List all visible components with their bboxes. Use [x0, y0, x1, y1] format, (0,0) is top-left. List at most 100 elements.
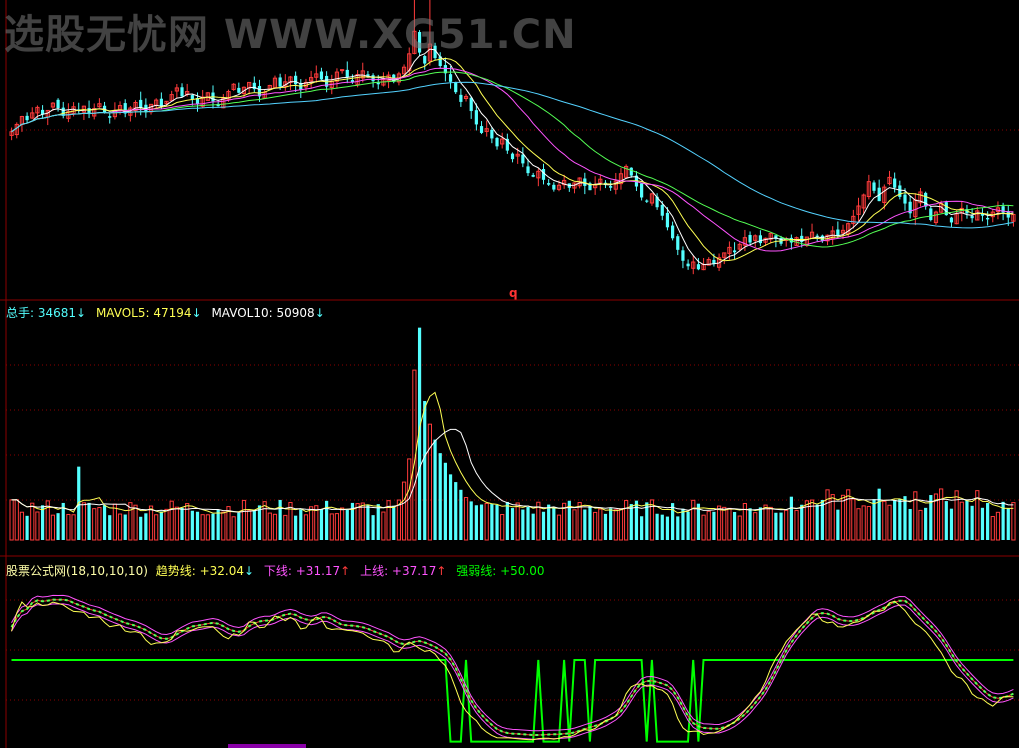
- lower-arrow: ↑: [340, 564, 351, 578]
- upper-value: +37.17: [391, 564, 437, 578]
- volume-bar: [459, 489, 463, 540]
- strength-value: +50.00: [500, 564, 545, 578]
- volume-bar: [665, 516, 670, 540]
- volume-bar: [970, 505, 974, 540]
- mavol10-value: 50908: [276, 306, 315, 320]
- volume-bar: [779, 512, 783, 540]
- volume-bar: [681, 508, 685, 540]
- mavol10-arrow: ↓: [314, 306, 325, 320]
- candle-body: [180, 87, 184, 97]
- mavol5-label: MAVOL5:: [95, 306, 154, 320]
- candle-body: [340, 69, 345, 72]
- indicator-name: 股票公式网(18,10,10,10): [6, 564, 148, 578]
- volume-bar: [800, 504, 804, 540]
- volume-bar: [836, 509, 840, 540]
- upper-label: 上线:: [360, 564, 392, 578]
- mavol10-label: MAVOL10:: [211, 306, 277, 320]
- volume-bar: [893, 500, 897, 540]
- volume-bar: [609, 508, 613, 540]
- candle-body: [345, 69, 349, 78]
- volume-bar: [552, 507, 556, 540]
- volume-bar: [108, 515, 112, 540]
- volume-bar: [1006, 508, 1010, 540]
- volume-bar: [423, 401, 427, 540]
- volume-bar: [159, 511, 163, 540]
- volume-bar: [257, 505, 262, 540]
- volume-bar: [924, 507, 928, 540]
- volume-bar: [603, 513, 608, 540]
- volume-bar: [87, 502, 91, 540]
- volume-bar: [877, 488, 881, 540]
- volume-legend: 总手: 34681↓ MAVOL5: 47194↓ MAVOL10: 50908…: [6, 304, 327, 321]
- candle-body: [686, 263, 690, 267]
- candle-body: [986, 217, 990, 220]
- candle-body: [903, 194, 907, 204]
- volume-bar: [634, 500, 639, 540]
- volume-bar: [820, 499, 824, 540]
- candle-body: [371, 75, 375, 82]
- scroll-thumb: [228, 744, 306, 748]
- candle-body: [929, 208, 933, 220]
- volume-bar: [371, 515, 375, 540]
- candle-body: [25, 115, 29, 121]
- candle-body: [459, 94, 463, 102]
- price-marker: q: [509, 286, 518, 300]
- candle-body: [665, 212, 670, 228]
- volume-bar: [908, 508, 912, 540]
- volume-bar: [469, 501, 473, 540]
- volume-bar: [872, 499, 876, 540]
- volume-bar: [211, 513, 215, 540]
- candle-body: [970, 215, 974, 219]
- volume-bar: [479, 504, 484, 540]
- volume-bar: [190, 510, 194, 540]
- mavol5-arrow: ↓: [191, 306, 202, 320]
- volume-bar: [583, 509, 587, 540]
- volume-bar: [454, 482, 458, 540]
- candle-body: [190, 95, 194, 100]
- candle-body: [629, 167, 633, 176]
- candle-body: [748, 234, 752, 243]
- volume-bar: [758, 507, 762, 540]
- candle-body: [671, 225, 675, 239]
- candle-body: [319, 71, 324, 80]
- candle-body: [108, 116, 112, 118]
- candle-body: [924, 192, 928, 207]
- volume-bar: [898, 499, 902, 540]
- volume-bar: [252, 509, 256, 540]
- volume-bar: [345, 509, 349, 540]
- volume-bar: [748, 508, 752, 540]
- stock-chart[interactable]: [0, 0, 1019, 748]
- volume-bar: [319, 509, 324, 540]
- trend-value: +32.04: [199, 564, 244, 578]
- volume-bar: [903, 496, 907, 540]
- candle-body: [454, 82, 458, 93]
- volume-bar: [965, 500, 969, 540]
- volume-bar: [986, 502, 990, 540]
- volume-bar: [510, 508, 515, 540]
- volume-bar: [547, 504, 551, 540]
- candle-body: [547, 183, 551, 185]
- total-value: 34681: [37, 306, 77, 320]
- volume-bar: [629, 504, 633, 540]
- volume-bar: [671, 503, 675, 540]
- candle-body: [56, 99, 60, 108]
- volume-bar: [433, 439, 437, 540]
- volume-bar: [541, 511, 546, 540]
- volume-bar: [294, 515, 298, 540]
- volume-bar: [25, 515, 29, 540]
- upper-arrow: ↑: [436, 564, 447, 578]
- watermark-logo: 选股无忧网 WWW.XG51.CN: [4, 12, 577, 58]
- candle-body: [893, 178, 897, 188]
- volume-bar: [789, 496, 793, 540]
- lower-value: +31.17: [295, 564, 341, 578]
- volume-bar: [521, 509, 525, 540]
- candle-body: [640, 183, 644, 198]
- volume-bar: [712, 511, 716, 540]
- volume-bar: [216, 509, 220, 540]
- volume-bar: [944, 501, 948, 540]
- candle-body: [696, 264, 701, 270]
- mavol5-value: 47194: [153, 306, 192, 320]
- volume-bar: [660, 514, 664, 540]
- volume-bar: [376, 504, 380, 540]
- volume-bar: [56, 513, 60, 540]
